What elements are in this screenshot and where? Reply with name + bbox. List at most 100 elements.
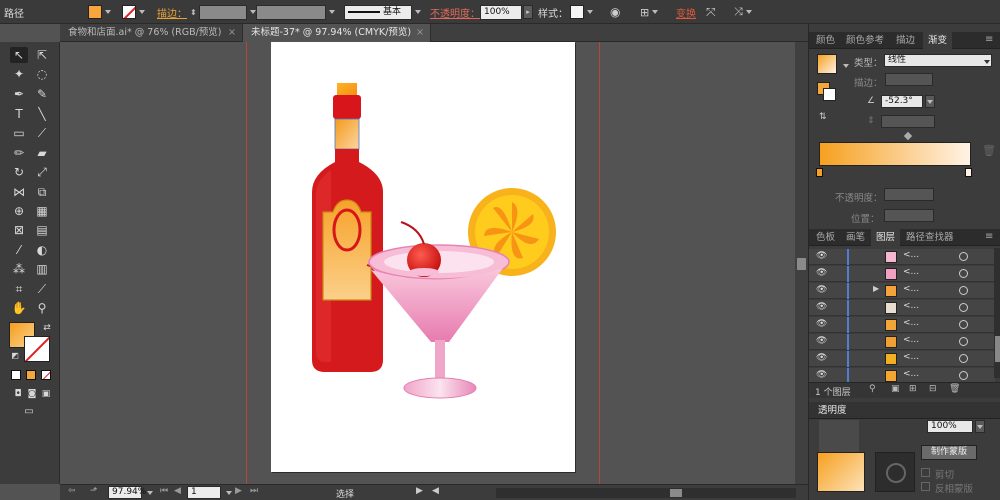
stroke-color-box[interactable] <box>24 336 50 362</box>
target-circle-icon[interactable] <box>959 337 968 346</box>
wine-bottle[interactable] <box>312 83 383 372</box>
layers-scrollbar[interactable] <box>994 248 1000 378</box>
reverse-gradient-icon[interactable]: ⇅ <box>819 112 827 122</box>
stroke-label[interactable]: 描边： <box>157 4 187 20</box>
chevron-down-icon[interactable] <box>984 60 990 64</box>
visibility-eye-icon[interactable]: 👁 <box>816 319 827 329</box>
layer-row[interactable]: 👁 <... <box>809 317 995 333</box>
opacity-input[interactable]: 100% <box>480 4 522 20</box>
paintbrush-tool-icon[interactable]: ⟋ <box>33 125 51 141</box>
stroke-indicator[interactable] <box>823 88 836 101</box>
locate-object-icon[interactable]: ⚲ <box>869 384 876 394</box>
page-input[interactable]: 1 <box>187 486 221 499</box>
layer-row[interactable]: 👁 <... <box>809 300 995 316</box>
eraser-tool-icon[interactable]: ▰ <box>33 145 51 161</box>
align-grid-icon[interactable]: ⊞ <box>640 4 659 20</box>
gradient-preview-swatch[interactable] <box>817 54 837 74</box>
expand-arrow-icon[interactable]: ▶ <box>873 284 879 293</box>
pen-tool-icon[interactable]: ✒ <box>10 86 28 102</box>
tab-gradient[interactable]: 渐变 <box>923 32 953 49</box>
midpoint-diamond[interactable] <box>903 131 913 141</box>
new-layer-icon[interactable]: ⊟ <box>929 384 937 394</box>
opacity-arrow[interactable] <box>975 420 985 433</box>
close-icon[interactable]: × <box>416 24 424 42</box>
symbol-sprayer-tool-icon[interactable]: ⁂ <box>10 261 28 277</box>
lasso-tool-icon[interactable]: ◌ <box>33 66 51 82</box>
mesh-tool-icon[interactable]: ⊠ <box>10 222 28 238</box>
target-circle-icon[interactable] <box>959 269 968 278</box>
line-tool-icon[interactable]: ╲ <box>33 106 51 122</box>
canvas-horizontal-scrollbar[interactable] <box>496 488 796 498</box>
canvas-area[interactable] <box>60 42 795 484</box>
pencil-tool-icon[interactable]: ✏ <box>10 145 28 161</box>
gradient-tool-icon[interactable]: ▤ <box>33 222 51 238</box>
tab-layers[interactable]: 图层 <box>871 229 901 246</box>
selection-tool-icon[interactable]: ↖ <box>10 47 28 63</box>
scroll-left-icon[interactable]: ◀ <box>432 486 439 496</box>
tab-document-2[interactable]: 未标题-37* @ 97.94% (CMYK/预览) × <box>243 24 431 42</box>
tab-pathfinder[interactable]: 路径查找器 <box>901 229 959 246</box>
recolor-icon[interactable]: ◉ <box>610 4 620 20</box>
stepper-icon[interactable]: ⬍ <box>190 8 197 17</box>
artboard[interactable] <box>271 42 575 472</box>
visibility-eye-icon[interactable]: 👁 <box>816 353 827 363</box>
target-circle-icon[interactable] <box>959 303 968 312</box>
eyedropper-tool-icon[interactable]: ⁄ <box>10 242 28 258</box>
tab-color[interactable]: 颜色 <box>811 32 840 49</box>
graphic-style-swatch[interactable] <box>570 5 584 19</box>
layer-row[interactable]: 👁 <... <box>809 266 995 282</box>
graphic-style-control[interactable] <box>570 4 593 20</box>
artboard-tool-icon[interactable]: ⌗ <box>10 281 28 297</box>
hand-tool-icon[interactable]: ✋ <box>10 300 28 316</box>
width-profile-dropdown[interactable] <box>256 4 326 20</box>
stroke-link[interactable]: 描边： <box>157 5 187 20</box>
first-page-icon[interactable]: ⏮ <box>160 486 168 496</box>
gradient-slider[interactable] <box>819 142 971 166</box>
more-options-icon[interactable]: ⤨ <box>734 4 752 20</box>
panel-menu-icon[interactable]: ≡ <box>985 231 993 242</box>
status-menu-arrow-icon[interactable]: ▶ <box>416 486 423 496</box>
swap-arrows-icon[interactable]: ⇄ <box>38 320 56 336</box>
layer-row[interactable]: 👁 <... <box>809 351 995 367</box>
transparency-opacity-input[interactable]: 100% <box>927 420 973 433</box>
tab-stroke[interactable]: 描边 <box>891 32 920 49</box>
new-sublayer-icon[interactable]: ⊞ <box>909 384 917 394</box>
tab-brushes[interactable]: 画笔 <box>841 229 870 246</box>
mask-thumbnail[interactable] <box>875 452 915 492</box>
blend-mode-select[interactable] <box>819 420 859 454</box>
target-circle-icon[interactable] <box>959 371 968 380</box>
canvas-vertical-scrollbar[interactable] <box>795 42 808 484</box>
visibility-eye-icon[interactable]: 👁 <box>816 336 827 346</box>
trash-icon[interactable]: 🗑 <box>982 144 996 157</box>
clipping-mask-icon[interactable]: ▣ <box>891 384 900 394</box>
close-icon[interactable]: × <box>228 24 236 42</box>
perspective-grid-tool-icon[interactable]: ▦ <box>33 203 51 219</box>
target-circle-icon[interactable] <box>959 320 968 329</box>
layer-row[interactable]: 👁 <... <box>809 334 995 350</box>
visibility-eye-icon[interactable]: 👁 <box>816 285 827 295</box>
stroke-weight-input[interactable] <box>198 4 247 20</box>
default-colors-icon[interactable]: ◩ <box>6 348 24 364</box>
stroke-gradient-options[interactable] <box>885 73 933 86</box>
width-tool-icon[interactable]: ⋈ <box>10 184 28 200</box>
curvature-tool-icon[interactable]: ✎ <box>33 86 51 102</box>
chevron-down-icon[interactable] <box>587 10 593 14</box>
last-page-icon[interactable]: ⏭ <box>250 486 258 496</box>
gradient-type-select[interactable]: 线性 <box>884 54 992 67</box>
scroll-thumb[interactable] <box>797 258 806 270</box>
chevron-down-icon[interactable] <box>249 10 256 14</box>
rectangle-tool-icon[interactable]: ▭ <box>10 125 28 141</box>
share-icon[interactable]: ⬏ <box>90 486 98 496</box>
gradient-stop-right[interactable] <box>965 168 972 177</box>
make-mask-button[interactable]: 制作蒙版 <box>921 445 977 460</box>
fill-swatch[interactable] <box>88 5 102 19</box>
zoom-tool-icon[interactable]: ⚲ <box>33 300 51 316</box>
chevron-down-icon[interactable] <box>843 64 849 68</box>
stop-position-input[interactable] <box>884 209 934 222</box>
stroke-none-swatch[interactable] <box>122 5 136 19</box>
slice-tool-icon[interactable]: ⟋ <box>33 281 51 297</box>
panel-menu-icon[interactable]: ≡ <box>985 34 993 45</box>
chevron-down-icon[interactable] <box>415 10 421 14</box>
arrow-right-icon[interactable]: ▸ <box>523 5 533 19</box>
clip-checkbox[interactable] <box>921 468 930 477</box>
